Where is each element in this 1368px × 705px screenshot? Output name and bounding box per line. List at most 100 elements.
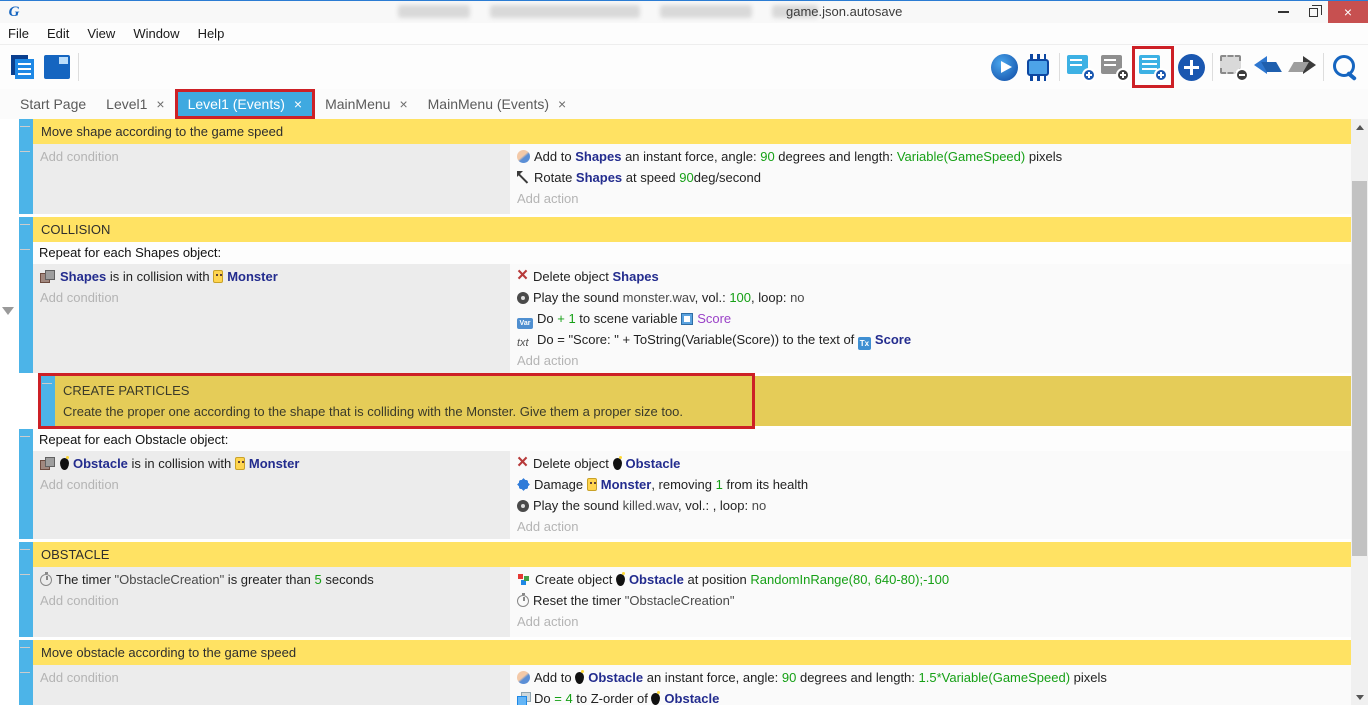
vertical-scrollbar[interactable]	[1351, 119, 1368, 705]
obstacle-icon	[60, 458, 69, 470]
repeat-header[interactable]: Repeat for each Shapes object:	[33, 242, 1351, 264]
event-block[interactable]: Add conditionAdd to Obstacle an instant …	[19, 665, 1351, 705]
scene-variable-icon	[681, 313, 693, 325]
remove-event-button[interactable]	[1217, 49, 1251, 85]
placeholder-text: Add action	[517, 614, 578, 629]
plus	[1235, 68, 1249, 82]
repeat-event-block[interactable]: Repeat for each Shapes object:Shapes is …	[19, 242, 1351, 373]
tab-close-icon[interactable]: ×	[399, 96, 407, 112]
action-row[interactable]: Create object Obstacle at position Rando…	[512, 569, 1351, 590]
text-segment: The timer	[56, 572, 115, 587]
menu-window[interactable]: Window	[124, 23, 188, 45]
play-button[interactable]	[987, 49, 1021, 85]
start-page-button[interactable]	[40, 49, 74, 85]
menu-edit[interactable]: Edit	[38, 23, 78, 45]
restore-icon	[1309, 8, 1318, 17]
tab-mainmenu[interactable]: MainMenu ×	[315, 89, 418, 119]
text-segment: Reset the timer	[533, 593, 625, 608]
action-row[interactable]: Damage Monster, removing 1 from its heal…	[512, 474, 1351, 495]
repeat-header[interactable]: Repeat for each Obstacle object:	[33, 429, 1351, 451]
tab-mainmenu-events-[interactable]: MainMenu (Events)×	[418, 89, 577, 119]
redo-button[interactable]	[1285, 49, 1319, 85]
scroll-down-button[interactable]	[1351, 689, 1368, 705]
action-row[interactable]: Rotate Shapes at speed 90deg/second	[512, 167, 1351, 188]
comment-block[interactable]: Move shape according to the game speed	[19, 119, 1351, 144]
debug-button[interactable]	[1021, 49, 1055, 85]
action-row[interactable]: Play the sound killed.wav, vol.: , loop:…	[512, 495, 1351, 516]
action-row[interactable]: Delete object Shapes	[512, 266, 1351, 287]
remove-event-icon	[1220, 54, 1248, 81]
close-button[interactable]: ×	[1328, 1, 1368, 23]
action-row[interactable]: Do = 4 to Z-order of Obstacle	[512, 688, 1351, 705]
menu-help[interactable]: Help	[189, 23, 234, 45]
add-action-placeholder[interactable]: Add action	[512, 516, 1351, 537]
event-block[interactable]: Add conditionAdd to Shapes an instant fo…	[19, 144, 1351, 214]
collision-icon	[40, 457, 56, 470]
action-row[interactable]: Add to Obstacle an instant force, angle:…	[512, 667, 1351, 688]
restore-button[interactable]	[1298, 1, 1328, 23]
condition-row[interactable]: The timer "ObstacleCreation" is greater …	[35, 569, 510, 590]
tab-start-page[interactable]: Start Page	[10, 89, 96, 119]
text-segment: monster.wav	[623, 290, 695, 305]
action-row[interactable]: Do = "Score: " + ToString(Variable(Score…	[512, 329, 1351, 350]
repeat-event-block[interactable]: Repeat for each Obstacle object:Obstacle…	[19, 429, 1351, 539]
add-action-placeholder[interactable]: Add action	[512, 350, 1351, 371]
menu-view[interactable]: View	[78, 23, 124, 45]
event-block[interactable]: The timer "ObstacleCreation" is greater …	[19, 567, 1351, 637]
b1	[398, 5, 470, 18]
tab-level1-events-[interactable]: Level1 (Events)×	[175, 89, 315, 119]
action-row[interactable]: Do + 1 to scene variable Score	[512, 308, 1351, 329]
conditions-column: Add condition	[33, 665, 510, 705]
tabbar: Start PageLevel1×Level1 (Events)×MainMen…	[0, 89, 1368, 119]
monster-icon	[235, 457, 245, 470]
add-condition-placeholder[interactable]: Add condition	[35, 146, 510, 167]
collapse-arrow-icon[interactable]	[2, 307, 14, 315]
condition-row[interactable]: Obstacle is in collision with Monster	[35, 453, 510, 474]
comment-block[interactable]: OBSTACLE	[19, 542, 1351, 567]
project-manager-button[interactable]	[6, 49, 40, 85]
add-condition-placeholder[interactable]: Add condition	[35, 287, 510, 308]
add-condition-placeholder[interactable]: Add condition	[35, 590, 510, 611]
tab-close-icon[interactable]: ×	[156, 96, 164, 112]
project-manager-icon	[10, 54, 36, 80]
object-name: Obstacle	[629, 572, 684, 587]
condition-row[interactable]: Shapes is in collision with Monster	[35, 266, 510, 287]
comment-block[interactable]: COLLISION	[19, 217, 1351, 242]
scrollbar-thumb[interactable]	[1352, 181, 1367, 556]
tab-label: MainMenu	[325, 96, 390, 112]
tab-close-icon[interactable]: ×	[294, 96, 302, 112]
action-row[interactable]: Play the sound monster.wav, vol.: 100, l…	[512, 287, 1351, 308]
text-segment: degrees and length:	[775, 149, 897, 164]
text-segment: Add to	[534, 670, 575, 685]
action-row[interactable]: Delete object Obstacle	[512, 453, 1351, 474]
search-button[interactable]	[1328, 49, 1362, 85]
text-segment: to the text of	[779, 332, 858, 347]
scroll-up-icon	[1356, 125, 1364, 130]
text-segment: degrees and length:	[796, 670, 918, 685]
add-event-button[interactable]	[1064, 49, 1098, 85]
menubar: File Edit View Window Help	[0, 23, 1368, 45]
minimize-button[interactable]	[1268, 1, 1298, 23]
scroll-up-button[interactable]	[1351, 119, 1368, 136]
add-condition-placeholder[interactable]: Add condition	[35, 474, 510, 495]
add-subevent-button[interactable]	[1098, 49, 1132, 85]
object-name: Obstacle	[626, 456, 681, 471]
play-icon	[991, 54, 1018, 81]
add-action-placeholder[interactable]: Add action	[512, 188, 1351, 209]
text-segment: = 4	[554, 691, 572, 705]
action-row[interactable]: Add to Shapes an instant force, angle: 9…	[512, 146, 1351, 167]
sub-comment-block[interactable]: CREATE PARTICLESCreate the proper one ac…	[41, 376, 1351, 426]
add-condition-placeholder[interactable]: Add condition	[35, 667, 510, 688]
add-other-button[interactable]	[1174, 49, 1208, 85]
add-comment-button[interactable]	[1136, 49, 1170, 85]
comment-block[interactable]: Move obstacle according to the game spee…	[19, 640, 1351, 665]
tab-level1[interactable]: Level1×	[96, 89, 174, 119]
undo-button[interactable]	[1251, 49, 1285, 85]
action-row[interactable]: Reset the timer "ObstacleCreation"	[512, 590, 1351, 611]
text-object-icon	[858, 337, 871, 350]
tab-close-icon[interactable]: ×	[558, 96, 566, 112]
add-action-placeholder[interactable]: Add action	[512, 611, 1351, 632]
event-body: The timer "ObstacleCreation" is greater …	[33, 567, 1351, 637]
toolbar-annotation-rectangle	[1132, 46, 1174, 88]
menu-file[interactable]: File	[0, 23, 38, 45]
